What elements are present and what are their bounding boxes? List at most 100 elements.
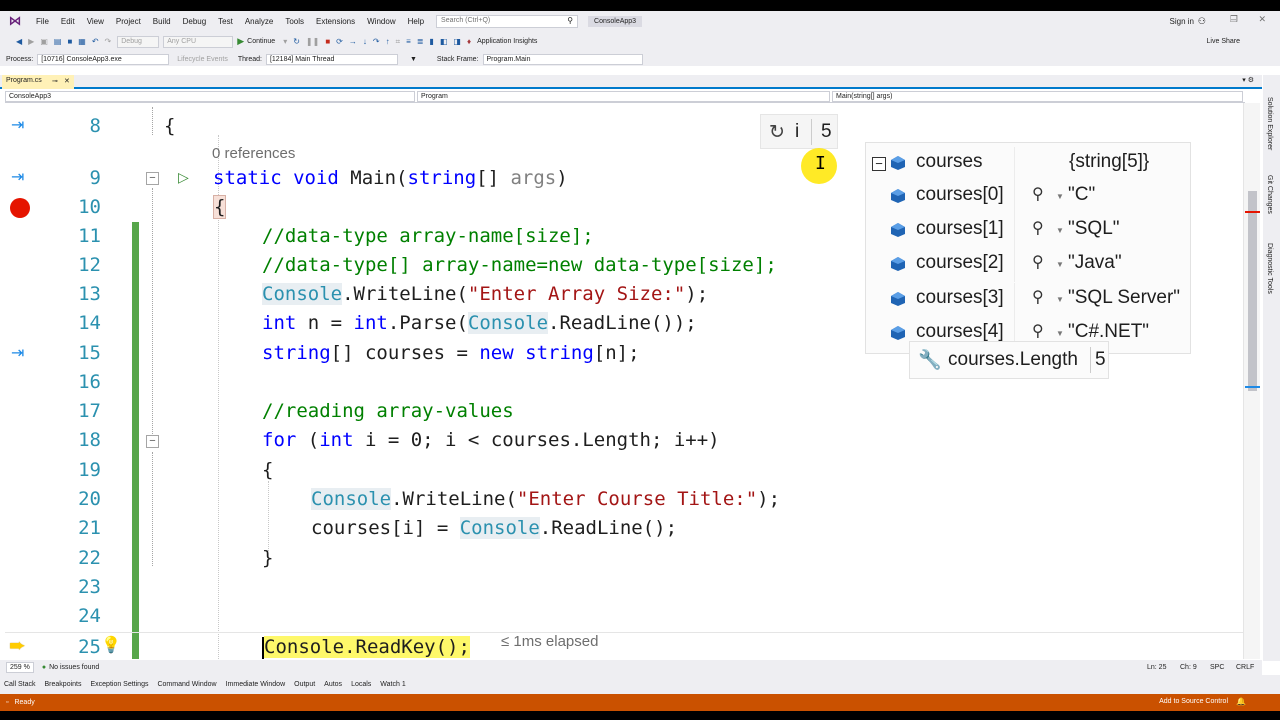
save-icon[interactable]: ■ bbox=[67, 37, 72, 46]
step-into-icon[interactable]: ↓ bbox=[363, 37, 367, 46]
code-editor[interactable]: − − ⇥ ⇥ ⇥ ➨ 💡 0 references ▷ 8 { 9 stati… bbox=[5, 103, 1243, 659]
bookmark-icon[interactable]: ▮ bbox=[429, 37, 433, 46]
save-all-icon[interactable]: ▦ bbox=[78, 37, 86, 46]
menu-view[interactable]: View bbox=[81, 17, 110, 26]
datatip-value[interactable]: 5 bbox=[1095, 349, 1106, 371]
comment-icon[interactable]: ≡ bbox=[406, 37, 411, 46]
lifecycle-events-button[interactable]: Lifecycle Events bbox=[177, 56, 228, 63]
menu-build[interactable]: Build bbox=[147, 17, 177, 26]
editor-vertical-scrollbar[interactable] bbox=[1243, 103, 1260, 659]
codelens-references[interactable]: 0 references bbox=[212, 145, 295, 162]
close-tab-icon[interactable]: ✕ bbox=[64, 77, 70, 85]
tab-immediate-window[interactable]: Immediate Window bbox=[226, 681, 286, 688]
datatip-value[interactable]: 5 bbox=[821, 121, 832, 143]
stack-frame-dropdown[interactable]: Program.Main bbox=[482, 53, 643, 65]
visualizer-dropdown-icon[interactable]: ▼ bbox=[1056, 260, 1064, 269]
stop-debugging-icon[interactable]: ■ bbox=[325, 37, 330, 46]
menu-project[interactable]: Project bbox=[110, 17, 147, 26]
datatip-row[interactable]: courses[2] ⚲ ▼ "Java" bbox=[866, 248, 1192, 282]
app-insights-button[interactable]: Application Insights bbox=[477, 38, 537, 45]
datatip-row[interactable]: courses[1] ⚲ ▼ "SQL" bbox=[866, 214, 1192, 248]
datatip-row-value[interactable]: "C#.NET" bbox=[1068, 321, 1149, 343]
menu-test[interactable]: Test bbox=[212, 17, 239, 26]
solution-explorer-tab[interactable]: Solution Explorer bbox=[1266, 97, 1273, 150]
menu-edit[interactable]: Edit bbox=[55, 17, 81, 26]
visualizer-magnifier-icon[interactable]: ⚲ bbox=[1032, 321, 1044, 341]
visualizer-magnifier-icon[interactable]: ⚲ bbox=[1032, 184, 1044, 204]
process-dropdown[interactable]: [10716] ConsoleApp3.exe bbox=[37, 53, 170, 65]
datatip-courses-length[interactable]: 🔧 courses.Length 5 bbox=[909, 341, 1109, 379]
back-icon[interactable]: ◀ bbox=[16, 37, 22, 46]
restart-icon[interactable]: ⟳ bbox=[336, 37, 343, 46]
restore-button[interactable]: ❐ bbox=[1230, 14, 1238, 25]
visualizer-magnifier-icon[interactable]: ⚲ bbox=[1032, 287, 1044, 307]
refresh-icon[interactable]: ↻ bbox=[769, 121, 785, 144]
git-changes-tab[interactable]: Git Changes bbox=[1266, 175, 1273, 214]
datatip-row-value[interactable]: "SQL Server" bbox=[1068, 287, 1180, 309]
column-indicator[interactable]: Ch: 9 bbox=[1180, 664, 1197, 671]
datatip-row-value[interactable]: "Java" bbox=[1068, 252, 1122, 274]
visualizer-magnifier-icon[interactable]: ⚲ bbox=[1032, 252, 1044, 272]
menu-analyze[interactable]: Analyze bbox=[239, 17, 279, 26]
tab-command-window[interactable]: Command Window bbox=[157, 681, 216, 688]
tab-call-stack[interactable]: Call Stack bbox=[4, 681, 36, 688]
scrollbar-thumb[interactable] bbox=[1248, 191, 1257, 391]
visualizer-dropdown-icon[interactable]: ▼ bbox=[1056, 329, 1064, 338]
tab-exception-settings[interactable]: Exception Settings bbox=[90, 681, 148, 688]
live-share-button[interactable]: Live Share bbox=[1207, 38, 1240, 45]
tab-autos[interactable]: Autos bbox=[324, 681, 342, 688]
visualizer-dropdown-icon[interactable]: ▼ bbox=[1056, 295, 1064, 304]
pin-icon[interactable]: ⊸ bbox=[52, 77, 58, 85]
datatip-i[interactable]: ↻ i 5 bbox=[760, 114, 838, 149]
collapse-icon[interactable]: − bbox=[872, 157, 886, 171]
close-button[interactable]: ✕ bbox=[1258, 14, 1266, 25]
menu-extensions[interactable]: Extensions bbox=[310, 17, 361, 26]
whitespace-indicator[interactable]: SPC bbox=[1210, 664, 1224, 671]
account-icon[interactable]: ⚇ bbox=[1198, 16, 1206, 27]
forward-icon[interactable]: ▶ bbox=[28, 37, 34, 46]
fire-icon[interactable]: ▾ bbox=[283, 37, 287, 46]
visualizer-magnifier-icon[interactable]: ⚲ bbox=[1032, 218, 1044, 238]
add-to-source-control-button[interactable]: Add to Source Control bbox=[1159, 698, 1228, 705]
continue-icon[interactable]: ▶ bbox=[237, 36, 244, 47]
app-insights-icon[interactable]: ♦ bbox=[467, 37, 471, 46]
datatip-row[interactable]: courses[0] ⚲ ▼ "C" bbox=[866, 180, 1192, 214]
menu-file[interactable]: File bbox=[30, 17, 55, 26]
line-ending-indicator[interactable]: CRLF bbox=[1236, 664, 1254, 671]
hot-reload-icon[interactable]: ↻ bbox=[293, 37, 300, 46]
bookmark-next-icon[interactable]: ◨ bbox=[453, 37, 461, 46]
datatip-row[interactable]: courses[3] ⚲ ▼ "SQL Server" bbox=[866, 283, 1192, 317]
datatip-row-value[interactable]: "C" bbox=[1068, 184, 1095, 206]
step-over-icon[interactable]: ↷ bbox=[373, 37, 380, 46]
show-next-statement-icon[interactable]: → bbox=[349, 37, 357, 46]
menu-tools[interactable]: Tools bbox=[279, 17, 310, 26]
undo-icon[interactable]: ↶ bbox=[92, 37, 99, 46]
tab-breakpoints[interactable]: Breakpoints bbox=[45, 681, 82, 688]
step-out-icon[interactable]: ↑ bbox=[386, 37, 390, 46]
sign-in-link[interactable]: Sign in bbox=[1170, 17, 1194, 26]
menu-debug[interactable]: Debug bbox=[177, 17, 213, 26]
open-icon[interactable]: ▤ bbox=[54, 37, 62, 46]
tab-watch-1[interactable]: Watch 1 bbox=[380, 681, 405, 688]
configuration-dropdown[interactable]: Debug bbox=[117, 35, 160, 48]
datatip-row-value[interactable]: "SQL" bbox=[1068, 218, 1120, 240]
menu-window[interactable]: Window bbox=[361, 17, 401, 26]
menu-help[interactable]: Help bbox=[402, 17, 430, 26]
type-dropdown[interactable]: Program bbox=[417, 91, 830, 102]
project-dropdown[interactable]: ConsoleApp3 bbox=[5, 91, 415, 102]
tab-program-cs[interactable]: Program.cs ⊸ ✕ bbox=[2, 75, 74, 89]
datatip-header-row[interactable]: − courses {string[5]} bbox=[866, 147, 1192, 181]
tab-locals[interactable]: Locals bbox=[351, 681, 371, 688]
search-input[interactable]: Search (Ctrl+Q) ⚲ bbox=[436, 14, 579, 28]
continue-button[interactable]: Continue bbox=[247, 38, 275, 45]
issues-indicator[interactable]: ● No issues found bbox=[42, 664, 99, 671]
datatip-courses[interactable]: − courses {string[5]} courses[0] ⚲ ▼ "C"… bbox=[865, 142, 1191, 354]
thread-dropdown[interactable]: [12184] Main Thread bbox=[265, 53, 398, 65]
notifications-bell-icon[interactable]: 🔔 bbox=[1236, 697, 1246, 706]
visualizer-dropdown-icon[interactable]: ▼ bbox=[1056, 226, 1064, 235]
filter-icon[interactable]: ▼ bbox=[410, 56, 417, 63]
member-dropdown[interactable]: Main(string[] args) bbox=[832, 91, 1243, 102]
platform-dropdown[interactable]: Any CPU bbox=[163, 35, 234, 48]
tab-output[interactable]: Output bbox=[294, 681, 315, 688]
bookmark-prev-icon[interactable]: ◧ bbox=[440, 37, 448, 46]
